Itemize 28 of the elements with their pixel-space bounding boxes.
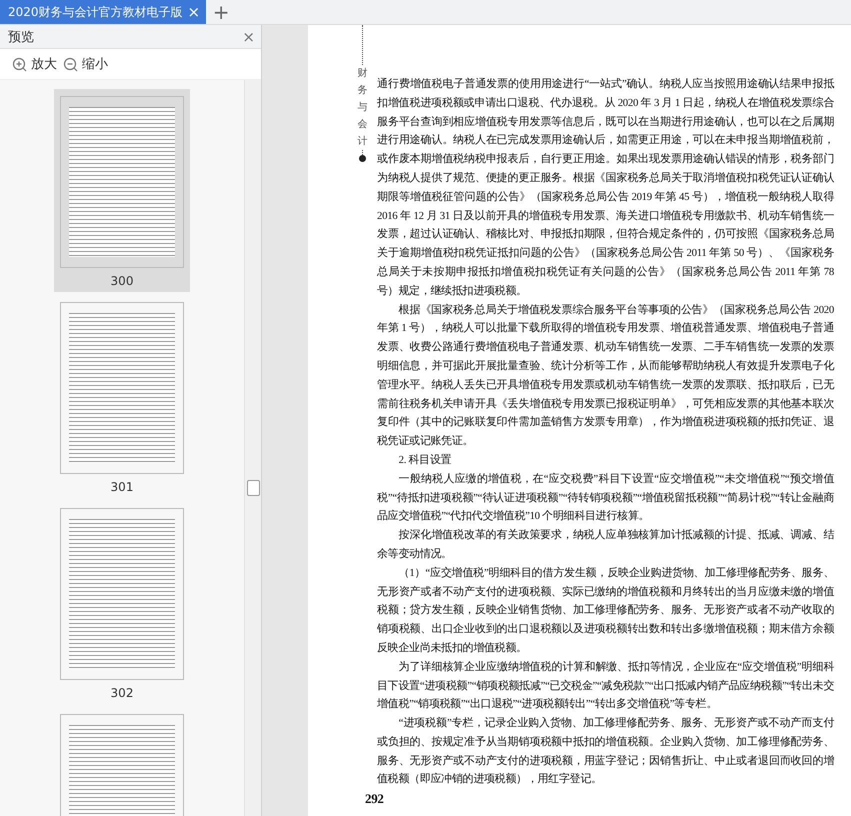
running-header: 财务与会计: [358, 65, 368, 150]
paragraph: 根据《国家税务总局关于增值税发票综合服务平台等事项的公告》（国家税务总局公告 2020 年第 1 号），纳税人可以批量下载所取得的增值税专用发票、增值税普通发票、增值税电子普通发票、收费公路通行费增值税电子普通发票、机动车销售统一发票、二手车销售统一发票的发票明细信息，并可据此开展批量查验、统计分析等工作，从而能够帮助纳税人有效提升发票电子化管理水平。纳税人丢失已开具增值税专用发票或机动车销售统一发票的发票联、抵扣联后，已无需前往税务机关申请开具《丢失增值税专用发票已报税证明单》，可凭相应发票的其他基本联次复印件（其中的记账联复印件需加盖销售方发票专用章），作为增值税进项税额的抵扣凭证、退税凭证或记账凭证。: [377, 302, 834, 450]
dot-icon: [359, 155, 366, 162]
paragraph: 一般纳税人应缴的增值税，在“应交税费”科目下设置“应交增值税”“未交增值税”“预交增值税”“待抵扣进项税额”“待认证进项税额”“待转销项税额”“增值税留抵税额”“简易计税”“转让金融商品应交增值税”“代扣代交增值税”10 个明细科目进行核算。: [377, 472, 834, 524]
paragraph: 通行费增值税电子普通发票的使用用途进行“一站式”确认。纳税人应当按照用途确认结果申报抵扣增值税进项税额或申请出口退税、代办退税。从 2020 年 3 月 1 日起，纳税人在增值税发票综合服务平台查询到相应增值税专用发票等信息后，既可以在当期进行用途确认，也可以在之后属期进行用途确认。纳税人在已完成发票用途确认后，如需更正用途，可以在未申报当期增值税前，或作废本期增值税纳税申报表后，自行更正用途。如果出现发票用途确认错误的情形，税务部门为纳税人提供了规范、便捷的更正服务。根据《国家税务总局关于取消增值税扣税凭证认证确认期限等增值税征管问题的公告》（国家税务总局公告 2019 年第 45 号），增值税一般纳税人取得 2016 年 12 月 31 日及以前开具的增值税专用发票、海关进口增值税专用缴款书、机动车销售统一发票，超过认证确认、稽核比对、申报抵扣期限，但符合规定条件的，仍可按照《国家税务总局关于逾期增值税扣税凭证抵扣问题的公告》（国家税务总局公告 2011 年第 50 号）、《国家税务总局关于未按期申报抵扣增值税扣税凭证有关问题的公告》（国家税务总局公告 2011 年第 78 号）规定，继续抵扣进项税额。: [377, 76, 834, 299]
paragraph: 按深化增值税改革的有关政策要求，纳税人应单独核算加计抵减额的计提、抵减、调减、结余等变动情况。: [377, 528, 834, 562]
page-number-label: 300: [110, 274, 134, 288]
page-thumbnail[interactable]: 301: [54, 295, 190, 498]
paragraph: “进项税额”专栏，记录企业购入货物、加工修理修配劳务、服务、无形资产或不动产而支付或负担的、按规定准予从当期销项税额中抵扣的增值税额。企业购入货物、加工修理修配劳务、服务、无形资产或不动产支付的进项税额，用蓝字登记；因销售折让、中止或者退回而收回的增值税额（即应冲销的进项税额），用红字登记。: [377, 716, 834, 788]
zoom-in-button[interactable]: 放大: [12, 55, 61, 73]
zoom-in-icon: [12, 56, 27, 72]
new-tab-button[interactable]: +: [206, 0, 236, 24]
paragraph: 为了详细核算企业应缴纳增值税的计算和解缴、抵扣等情况，企业应在“应交增值税”明细科目下设置“进项税额”“销项税额抵减”“已交税金”“减免税款”“出口抵减内销产品应纳税额”“转出未交增值税”“销项税额”“出口退税”“进项税额转出”“转出多交增值税”等专栏。: [377, 660, 834, 712]
page-number-label: 302: [110, 686, 134, 700]
page-number: 292: [365, 791, 385, 808]
close-tab-button[interactable]: ×: [188, 3, 200, 21]
zoom-out-button[interactable]: 缩小: [63, 55, 112, 73]
paragraph: 2. 科目设置: [398, 452, 452, 468]
tab-label: 2020财务与会计官方教材电子版: [8, 4, 183, 20]
paragraph: （1）“应交增值税”明细科目的借方发生额，反映企业购进货物、加工修理修配劳务、服务、无形资产或者不动产支付的进项税额、实际已缴纳的增值税额和月终转出的当月应缴未缴的增值税额；贷方发生额，反映企业销售货物、加工修理修配劳务、服务、无形资产或者不动产收取的销项税额、出口企业收到的出口退税额以及进项税额转出数和转出多缴增值税额；期末借方余额反映企业尚未抵扣的增值税额。: [377, 566, 834, 656]
scrollbar[interactable]: [244, 80, 261, 816]
page-thumbnail[interactable]: 302: [54, 501, 190, 704]
page-thumbnail[interactable]: 300: [54, 89, 190, 292]
panel-title: 预览: [8, 28, 34, 46]
close-panel-button[interactable]: ×: [242, 28, 255, 46]
zoom-out-icon: [63, 56, 78, 72]
document-tab[interactable]: 2020财务与会计官方教材电子版 ×: [0, 0, 206, 24]
page-number-label: 301: [110, 480, 134, 494]
